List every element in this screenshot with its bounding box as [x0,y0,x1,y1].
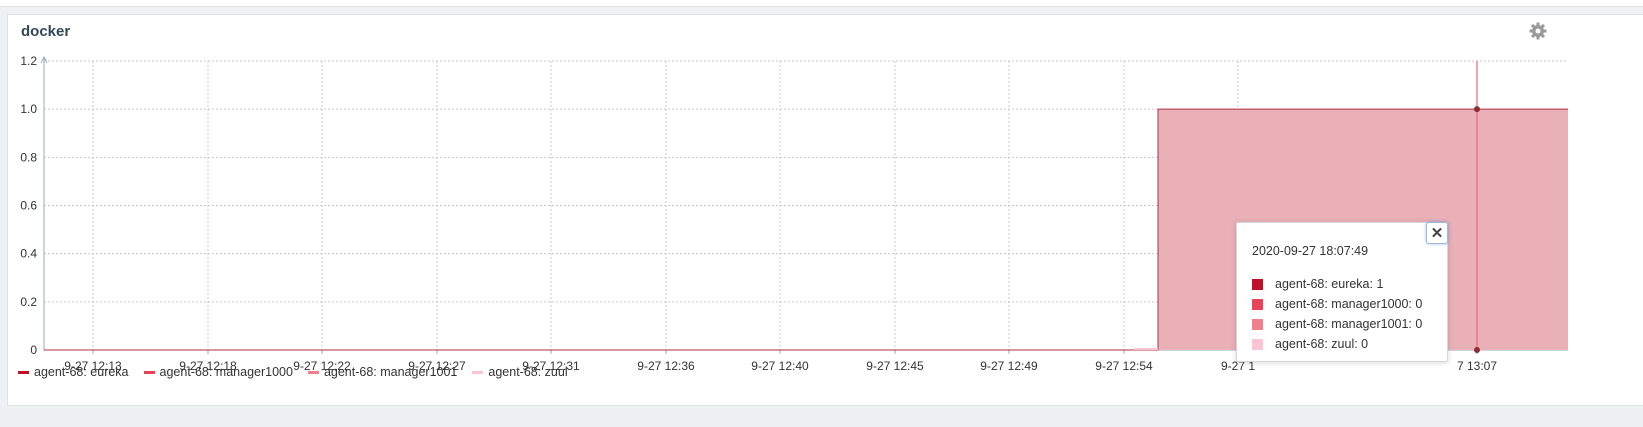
x-tick-label: 9-27 12:45 [866,359,924,373]
y-tick-label: 1.0 [20,102,37,116]
tooltip-row: agent-68: manager1001: 0 [1252,314,1422,334]
tooltip-row: agent-68: eureka: 1 [1252,274,1422,294]
area-chart: 00.20.40.60.81.01.29-27 12:13 9-27 12:18 9… [20,54,1568,373]
legend-label: agent-68: manager1001 [323,365,458,379]
tooltip-swatch [1252,278,1263,290]
tooltip-swatch [1252,338,1263,350]
tooltip-time: 2020-09-27 18:07:49 [1252,244,1369,258]
legend-label: agent-68: eureka [34,365,129,379]
chart-tooltip: ✕ 2020-09-27 18:07:49 agent-68: eureka: … [1236,222,1448,362]
legend-swatch [143,370,155,374]
hover-point-eureka [1474,106,1480,113]
y-tick-label: 0.2 [20,295,37,309]
legend-swatch [472,370,484,374]
legend-label: agent-68: manager1000 [159,365,293,379]
close-icon[interactable]: ✕ [1426,222,1448,244]
legend-item[interactable]: agent-68: zuul [472,365,568,379]
x-tick-label: 9-27 12:36 [637,359,695,373]
y-tick-label: 1.2 [20,54,37,68]
tooltip-row: agent-68: manager1000: 0 [1252,294,1422,314]
chart-legend: agent-68: eureka agent-68: manager1000 age… [18,364,583,380]
legend-label: agent-68: zuul [488,365,568,379]
y-tick-label: 0.4 [20,247,37,261]
y-tick-label: 0.8 [20,150,37,164]
tooltip-row-label: agent-68: eureka: 1 [1275,277,1384,291]
y-tick-label: 0.6 [20,199,37,213]
tooltip-series-list: agent-68: eureka: 1 agent-68: manager1000… [1252,274,1422,354]
x-tick-label: 9-27 12:49 [980,359,1038,373]
legend-swatch [18,370,29,374]
y-tick-label: 0 [30,343,37,357]
legend-item[interactable]: agent-68: manager1000 [143,365,293,379]
tooltip-row-label: agent-68: zuul: 0 [1275,337,1369,351]
tooltip-swatch [1252,318,1263,330]
legend-item[interactable]: agent-68: eureka [18,365,129,379]
tooltip-swatch [1252,298,1263,310]
tooltip-row: agent-68: zuul: 0 [1252,334,1422,354]
tooltip-row-label: agent-68: manager1001: 0 [1275,317,1423,331]
hover-point-zero [1474,347,1480,353]
legend-item[interactable]: agent-68: manager1001 [307,365,458,379]
legend-swatch [307,370,319,374]
tooltip-row-label: agent-68: manager1000: 0 [1275,297,1423,311]
x-tick-label: 7 13:07 [1457,359,1497,373]
x-tick-label: 9-27 12:40 [751,359,809,373]
x-tick-label: 9-27 12:54 [1095,359,1153,373]
